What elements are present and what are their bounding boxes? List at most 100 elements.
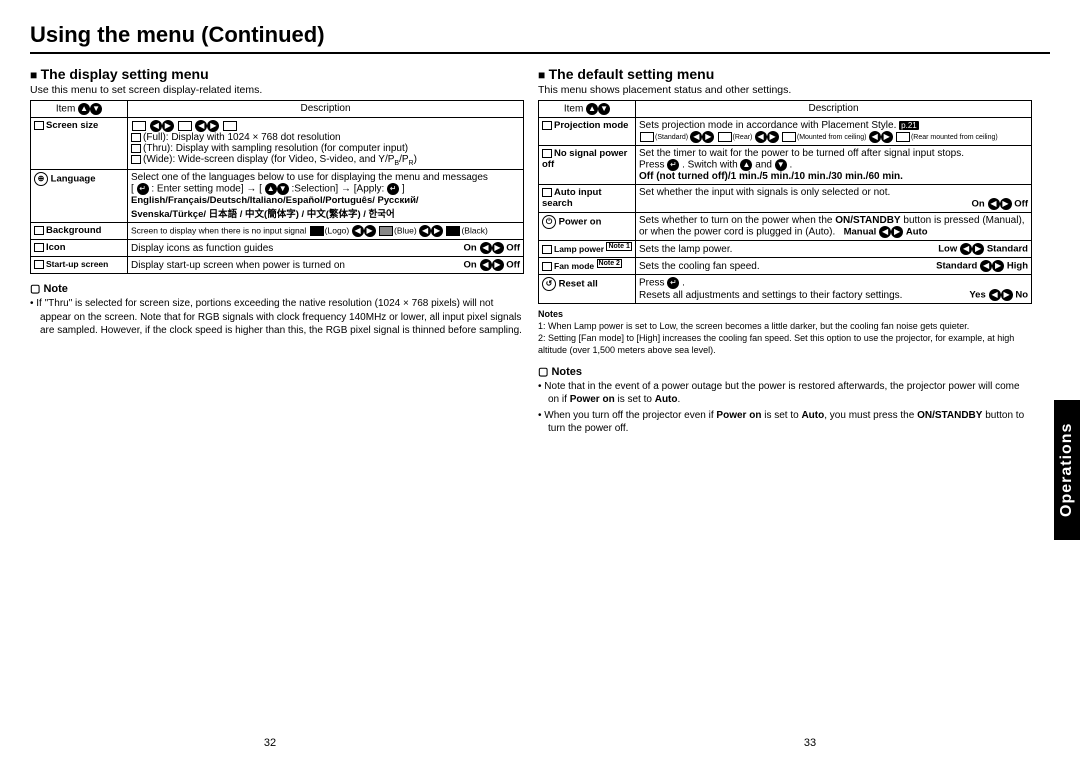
left-icon: ◀ bbox=[755, 131, 767, 143]
left-icon: ◀ bbox=[988, 198, 1000, 210]
up-down-icon: ▼ bbox=[598, 103, 610, 115]
item-reset-all: ↺ Reset all bbox=[539, 275, 636, 304]
right-icon: ▶ bbox=[207, 120, 219, 132]
desc-startup-screen: Display start-up screen when power is tu… bbox=[128, 257, 524, 274]
manual-page: Using the menu (Continued) The display s… bbox=[0, 0, 1080, 763]
lamp-icon bbox=[542, 245, 552, 254]
desc-power-on: Sets whether to turn on the power when t… bbox=[636, 213, 1032, 241]
background-icon bbox=[34, 226, 44, 235]
enter-icon: ↵ bbox=[137, 183, 149, 195]
left-intro: Use this menu to set screen display-rela… bbox=[30, 84, 524, 96]
col-header-item: Item ▲▼ bbox=[31, 101, 128, 118]
mode-icon bbox=[782, 132, 796, 142]
table-row: Lamp power Note 1 Sets the lamp power. L… bbox=[539, 241, 1032, 258]
mode-icon bbox=[896, 132, 910, 142]
item-lamp-power: Lamp power Note 1 bbox=[539, 241, 636, 258]
startup-icon bbox=[34, 260, 44, 269]
right-heading: The default setting menu bbox=[538, 66, 1032, 82]
fan-icon bbox=[542, 262, 552, 271]
full-icon bbox=[131, 133, 141, 142]
left-icon: ◀ bbox=[195, 120, 207, 132]
desc-reset-all: Press ↵ . Resets all adjustments and set… bbox=[636, 275, 1032, 304]
wide-icon bbox=[131, 155, 141, 164]
table-row: Fan mode Note 2 Sets the cooling fan spe… bbox=[539, 258, 1032, 275]
item-language: ⊕ Language bbox=[31, 170, 128, 223]
enter-icon: ↵ bbox=[667, 277, 679, 289]
table-row: No signal power off Set the timer to wai… bbox=[539, 146, 1032, 185]
left-column: The display setting menu Use this menu t… bbox=[30, 62, 524, 436]
enter-icon: ↵ bbox=[387, 183, 399, 195]
side-tab-operations: Operations bbox=[1054, 400, 1080, 540]
projection-icon bbox=[542, 121, 552, 130]
desc-icon: Display icons as function guides On ◀▶ O… bbox=[128, 240, 524, 257]
thru-icon bbox=[131, 144, 141, 153]
left-icon: ◀ bbox=[989, 289, 1001, 301]
left-icon: ◀ bbox=[419, 225, 431, 237]
desc-language: Select one of the languages below to use… bbox=[128, 170, 524, 223]
notes-heading: ▢ Notes bbox=[538, 365, 1032, 378]
item-background: Background bbox=[31, 223, 128, 240]
up-down-icon: ▼ bbox=[90, 103, 102, 115]
icon-icon bbox=[34, 243, 44, 252]
note-body: If "Thru" is selected for screen size, p… bbox=[40, 297, 524, 338]
display-setting-table: Item ▲▼ Description Screen size ◀▶ bbox=[30, 100, 524, 274]
desc-no-signal-power-off: Set the timer to wait for the power to b… bbox=[636, 146, 1032, 185]
power-icon: ⏻ bbox=[542, 215, 556, 229]
aspect-icon bbox=[223, 121, 237, 131]
table-row: Projection mode Sets projection mode in … bbox=[539, 118, 1032, 146]
right-icon: ▶ bbox=[431, 225, 443, 237]
enter-icon: ↵ bbox=[667, 159, 679, 171]
right-icon: ▶ bbox=[492, 259, 504, 271]
right-icon: ▶ bbox=[702, 131, 714, 143]
table-row: ↺ Reset all Press ↵ . Resets all adjustm… bbox=[539, 275, 1032, 304]
col-header-desc: Description bbox=[128, 101, 524, 118]
left-icon: ◀ bbox=[879, 226, 891, 238]
item-icon: Icon bbox=[31, 240, 128, 257]
right-icon: ▶ bbox=[881, 131, 893, 143]
table-row: Start-up screen Display start-up screen … bbox=[31, 257, 524, 274]
table-row: Icon Display icons as function guides On… bbox=[31, 240, 524, 257]
page-ref: p.21 bbox=[899, 121, 919, 130]
left-icon: ◀ bbox=[980, 260, 992, 272]
item-projection-mode: Projection mode bbox=[539, 118, 636, 146]
col-header-desc: Description bbox=[636, 101, 1032, 118]
up-down-icon: ▲ bbox=[78, 103, 90, 115]
globe-icon: ⊕ bbox=[34, 172, 48, 186]
right-icon: ▶ bbox=[972, 243, 984, 255]
item-auto-input-search: Auto input search bbox=[539, 185, 636, 213]
up-icon: ▲ bbox=[265, 183, 277, 195]
table-row: Auto input search Set whether the input … bbox=[539, 185, 1032, 213]
down-icon: ▼ bbox=[775, 159, 787, 171]
left-icon: ◀ bbox=[690, 131, 702, 143]
right-icon: ▶ bbox=[364, 225, 376, 237]
right-intro: This menu shows placement status and oth… bbox=[538, 84, 1032, 96]
left-icon: ◀ bbox=[480, 259, 492, 271]
down-icon: ▼ bbox=[277, 183, 289, 195]
right-icon: ▶ bbox=[891, 226, 903, 238]
right-icon: ▶ bbox=[162, 120, 174, 132]
right-icon: ▶ bbox=[767, 131, 779, 143]
left-icon: ◀ bbox=[869, 131, 881, 143]
desc-projection-mode: Sets projection mode in accordance with … bbox=[636, 118, 1032, 146]
nosignal-icon bbox=[542, 149, 552, 158]
screen-icon bbox=[34, 121, 44, 130]
notes-body: Note that in the event of a power outage… bbox=[538, 380, 1032, 436]
desc-screen-size: ◀▶ ◀▶ (Full): Display with 1024 × 768 do… bbox=[128, 118, 524, 170]
two-column-layout: The display setting menu Use this menu t… bbox=[30, 62, 1050, 436]
up-down-icon: ▲ bbox=[586, 103, 598, 115]
up-icon: ▲ bbox=[740, 159, 752, 171]
blue-swatch-icon bbox=[379, 226, 393, 236]
desc-lamp-power: Sets the lamp power. Low ◀▶ Standard bbox=[636, 241, 1032, 258]
aspect-icon bbox=[132, 121, 146, 131]
right-icon: ▶ bbox=[1000, 198, 1012, 210]
item-fan-mode: Fan mode Note 2 bbox=[539, 258, 636, 275]
reset-icon: ↺ bbox=[542, 277, 556, 291]
left-icon: ◀ bbox=[352, 225, 364, 237]
mode-icon bbox=[718, 132, 732, 142]
left-icon: ◀ bbox=[480, 242, 492, 254]
logo-swatch-icon bbox=[310, 226, 324, 236]
table-row: ⏻ Power on Sets whether to turn on the p… bbox=[539, 213, 1032, 241]
desc-background: Screen to display when there is no input… bbox=[128, 223, 524, 240]
mode-icon bbox=[640, 132, 654, 142]
right-icon: ▶ bbox=[1001, 289, 1013, 301]
